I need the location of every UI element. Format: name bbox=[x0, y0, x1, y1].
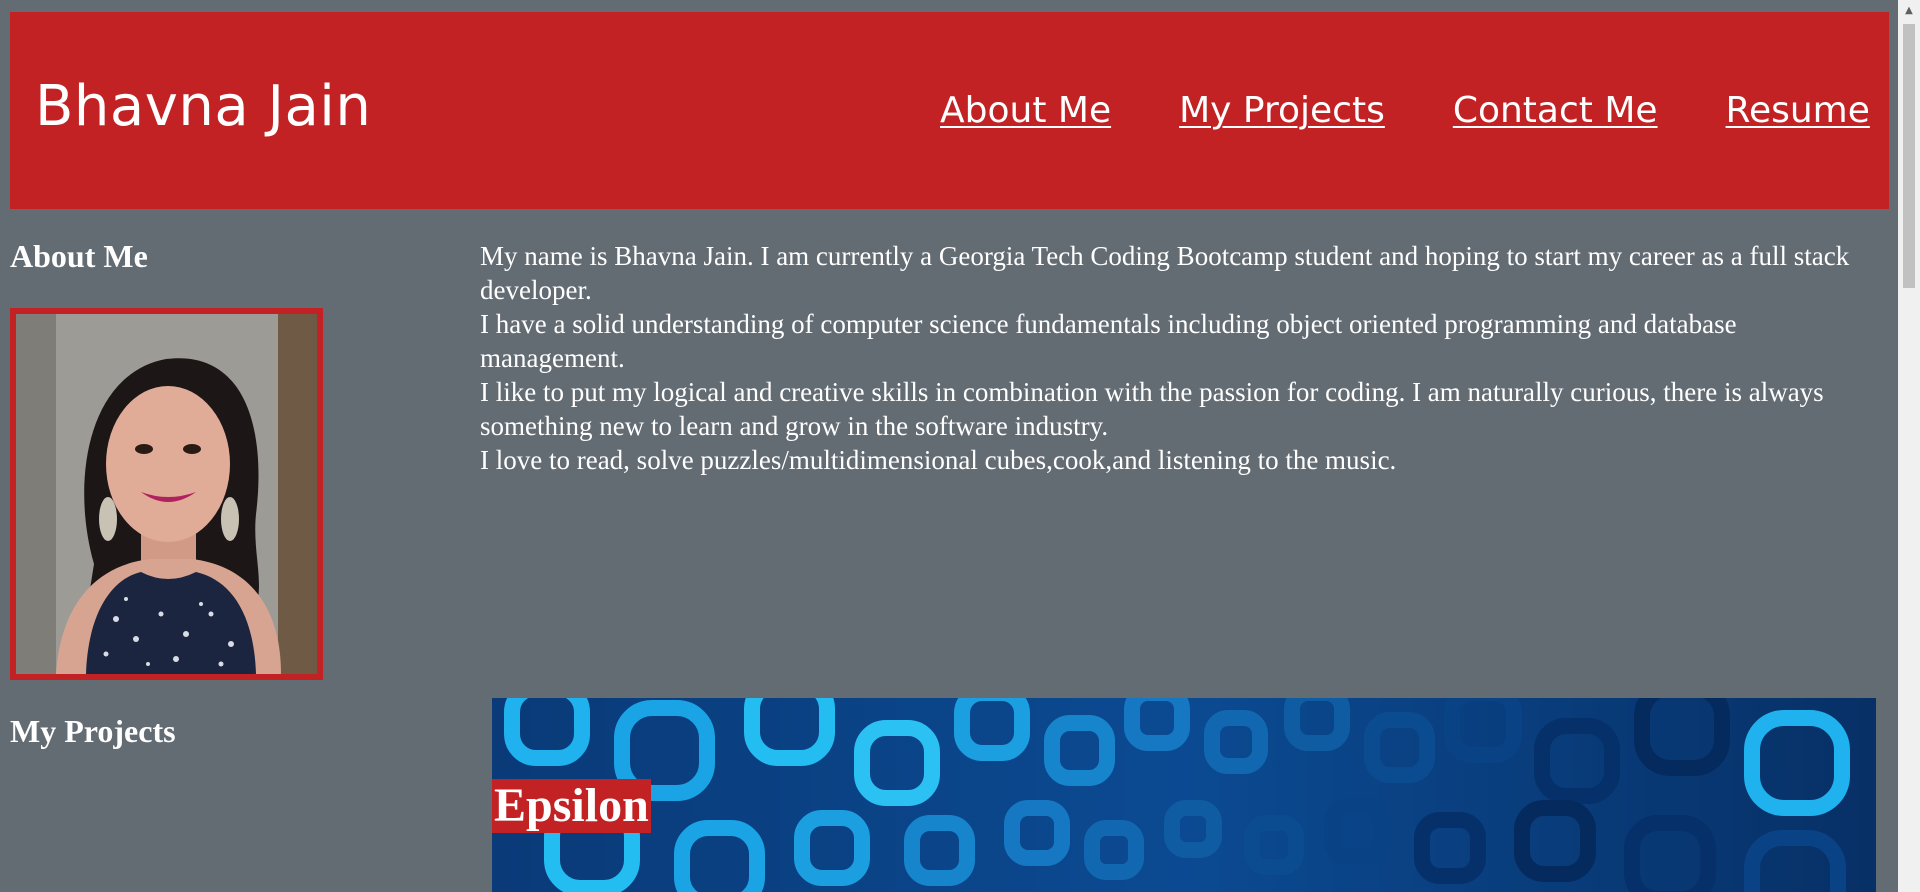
my-projects-heading: My Projects bbox=[10, 713, 176, 749]
main-nav: About Me My Projects Contact Me Resume bbox=[940, 90, 1870, 131]
nav-link-contact-me[interactable]: Contact Me bbox=[1453, 90, 1658, 131]
site-title: Bhavna Jain bbox=[35, 74, 372, 139]
scroll-up-arrow-icon[interactable]: ▲ bbox=[1898, 0, 1920, 22]
project-card-epsilon[interactable]: Epsilon bbox=[492, 698, 1876, 892]
bio-paragraph: I have a solid understanding of computer… bbox=[480, 309, 1737, 373]
about-me-heading: About Me bbox=[10, 238, 148, 274]
scrollbar-thumb[interactable] bbox=[1903, 24, 1915, 288]
project-thumbnail-pattern bbox=[492, 698, 1876, 892]
bio-paragraph: My name is Bhavna Jain. I am currently a… bbox=[480, 241, 1850, 305]
about-me-bio: My name is Bhavna Jain. I am currently a… bbox=[480, 239, 1885, 477]
project-title-epsilon[interactable]: Epsilon bbox=[492, 779, 651, 833]
vertical-scrollbar[interactable]: ▲ bbox=[1898, 0, 1920, 892]
portrait-illustration bbox=[16, 314, 317, 674]
nav-link-about-me[interactable]: About Me bbox=[940, 90, 1111, 131]
bio-paragraph: I like to put my logical and creative sk… bbox=[480, 377, 1824, 441]
bio-paragraph: I love to read, solve puzzles/multidimen… bbox=[480, 445, 1397, 475]
site-header: Bhavna Jain About Me My Projects Contact… bbox=[10, 12, 1889, 209]
nav-link-resume[interactable]: Resume bbox=[1726, 90, 1870, 131]
nav-link-my-projects[interactable]: My Projects bbox=[1179, 90, 1385, 131]
profile-photo bbox=[10, 308, 323, 680]
page: Bhavna Jain About Me My Projects Contact… bbox=[0, 0, 1898, 892]
